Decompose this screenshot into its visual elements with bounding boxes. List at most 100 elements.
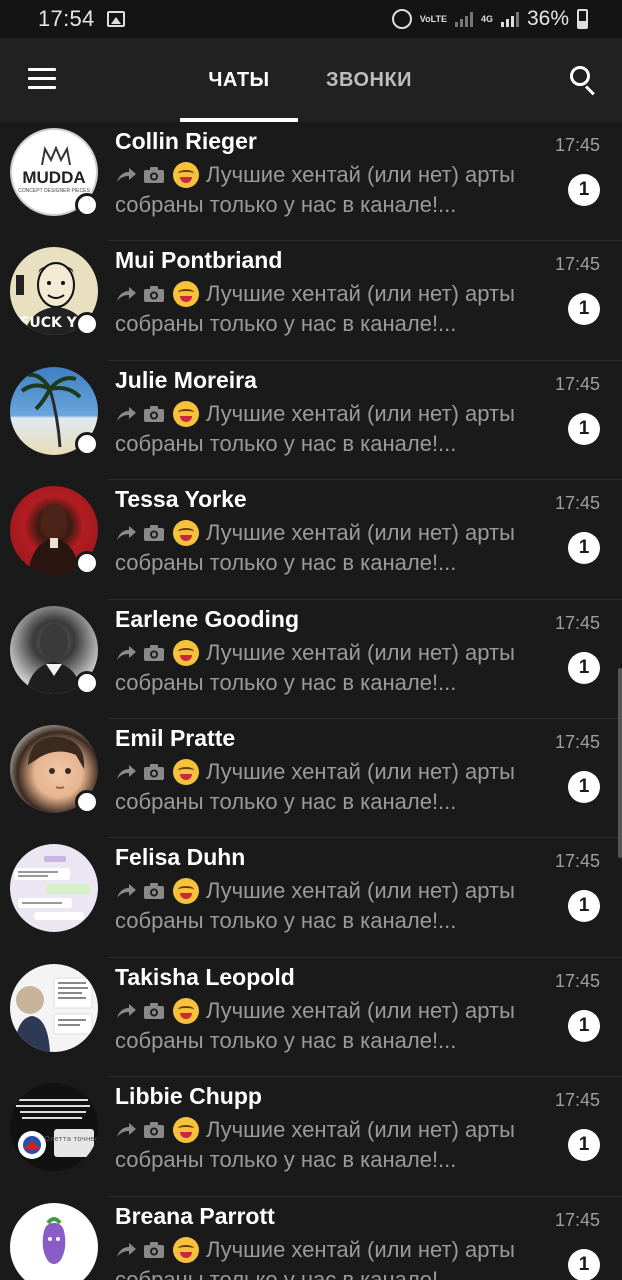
online-indicator bbox=[75, 312, 99, 337]
chat-list-item[interactable]: Julie Moreira 17:45 Лучшие хентай (или н… bbox=[0, 361, 622, 481]
chat-preview: Лучшие хентай (или нет) арты собраны тол… bbox=[115, 638, 535, 698]
preview-line-2: собраны только у нас в канале!... bbox=[115, 908, 457, 934]
chat-list-item[interactable]: FUCK YO Mui Pontbriand 17:45 Лучшие хент… bbox=[0, 241, 622, 361]
chat-list-item[interactable]: Earlene Gooding 17:45 Лучшие хентай (или… bbox=[0, 600, 622, 719]
preview-line-2: собраны только у нас в канале!... bbox=[115, 192, 457, 217]
preview-line-2: собраны только у нас в канале!... bbox=[115, 550, 457, 576]
chat-preview: Лучшие хентай (или нет) арты собраны тол… bbox=[115, 399, 535, 459]
chat-time: 17:45 bbox=[554, 373, 600, 394]
preview-line-2: собраны только у нас в канале!... bbox=[115, 788, 457, 814]
chat-time: 17:45 bbox=[554, 731, 600, 752]
smile-emoji-icon bbox=[173, 520, 199, 547]
smile-emoji-icon bbox=[173, 1236, 199, 1263]
chat-name: Earlene Gooding bbox=[115, 605, 300, 632]
smile-emoji-icon bbox=[173, 758, 199, 785]
status-indicators: VoLTE 4G 36% bbox=[391, 7, 588, 31]
chat-time: 17:45 bbox=[554, 851, 600, 872]
chat-preview: Лучшие хентай (или нет) арты собраны тол… bbox=[115, 876, 535, 936]
preview-line-1: Лучшие хентай (или нет) арты bbox=[206, 162, 515, 187]
chat-list-item[interactable]: Takisha Leopold 17:45 Лучшие хентай (или… bbox=[0, 958, 622, 1078]
chat-preview: Лучшие хентай (или нет) арты собраны тол… bbox=[115, 757, 535, 817]
online-indicator bbox=[75, 193, 99, 217]
alarm-icon bbox=[391, 9, 412, 29]
forward-icon bbox=[117, 1123, 136, 1138]
chat-list-item[interactable]: Emil Pratte 17:45 Лучшие хентай (или нет… bbox=[0, 719, 622, 839]
unread-badge: 1 bbox=[568, 532, 600, 565]
unread-badge: 1 bbox=[568, 770, 600, 803]
chat-name: Takisha Leopold bbox=[115, 963, 295, 990]
chat-list-item[interactable]: Юлетта точнее... Libbie Chupp 17:45 Лучш… bbox=[0, 1077, 622, 1197]
forward-icon bbox=[117, 884, 136, 899]
forward-icon bbox=[117, 645, 136, 660]
preview-line-2: собраны только у нас в канале!... bbox=[115, 311, 457, 337]
tab-chats[interactable]: ЧАТЫ bbox=[180, 38, 298, 122]
chat-time: 17:45 bbox=[554, 254, 600, 275]
chat-list-item[interactable]: Breana Parrott 17:45 Лучшие хентай (или … bbox=[0, 1197, 622, 1280]
camera-icon bbox=[144, 883, 164, 900]
unread-badge: 1 bbox=[568, 1009, 600, 1042]
status-bar: 17:54 VoLTE 4G 36% bbox=[0, 0, 622, 38]
status-time: 17:54 bbox=[38, 6, 95, 31]
forward-icon bbox=[117, 764, 136, 779]
avatar bbox=[10, 963, 98, 1052]
unread-badge: 1 bbox=[568, 293, 600, 326]
smile-emoji-icon bbox=[173, 1117, 199, 1144]
signal-icon bbox=[500, 11, 519, 27]
camera-icon bbox=[144, 405, 164, 422]
online-indicator bbox=[75, 789, 99, 814]
preview-line-1: Лучшие хентай (или нет) арты bbox=[206, 400, 515, 426]
chat-time: 17:45 bbox=[554, 612, 600, 633]
camera-icon bbox=[144, 763, 164, 780]
camera-icon bbox=[144, 1241, 164, 1258]
chat-time: 17:45 bbox=[554, 135, 600, 155]
image-notification-icon bbox=[106, 11, 125, 27]
tab-calls[interactable]: ЗВОНКИ bbox=[310, 38, 428, 122]
smile-emoji-icon bbox=[173, 400, 199, 427]
menu-icon[interactable] bbox=[28, 68, 56, 90]
chat-time: 17:45 bbox=[554, 1090, 600, 1111]
chat-list-item[interactable]: Felisa Duhn 17:45 Лучшие хентай (или нет… bbox=[0, 838, 622, 958]
chat-name: Libbie Chupp bbox=[115, 1083, 262, 1110]
4g-label: 4G bbox=[480, 13, 493, 24]
camera-icon bbox=[144, 644, 164, 661]
preview-line-2: собраны только у нас в канале!... bbox=[115, 430, 457, 456]
smile-emoji-icon bbox=[173, 878, 199, 905]
forward-icon bbox=[117, 287, 136, 302]
search-icon[interactable] bbox=[570, 66, 600, 96]
scrollbar[interactable] bbox=[618, 668, 622, 858]
unread-badge: 1 bbox=[568, 1248, 600, 1280]
chat-list-item[interactable]: MUDDA CONCEPT DESIGNER PIECES Collin Rie… bbox=[0, 122, 622, 242]
camera-icon bbox=[144, 525, 164, 542]
camera-icon bbox=[144, 167, 164, 183]
chat-time: 17:45 bbox=[554, 493, 600, 514]
chat-name: Mui Pontbriand bbox=[115, 247, 283, 274]
app-bar: ЧАТЫ ЗВОНКИ bbox=[0, 38, 622, 122]
chat-list[interactable]: MUDDA CONCEPT DESIGNER PIECES Collin Rie… bbox=[0, 122, 622, 1280]
unread-badge: 1 bbox=[568, 651, 600, 684]
chat-name: Felisa Duhn bbox=[115, 844, 246, 871]
forward-icon bbox=[117, 526, 136, 541]
chat-name: Tessa Yorke bbox=[115, 486, 247, 513]
preview-line-2: собраны только у нас в канале!... bbox=[115, 1027, 457, 1053]
unread-badge: 1 bbox=[568, 1129, 600, 1162]
battery-percent: 36% bbox=[526, 7, 569, 30]
avatar bbox=[10, 1202, 98, 1280]
preview-line-2: собраны только у нас в канале!... bbox=[115, 1266, 457, 1280]
chat-preview: Лучшие хентай (или нет) арты собраны тол… bbox=[115, 160, 535, 220]
chat-name: Emil Pratte bbox=[115, 724, 236, 751]
chat-list-item[interactable]: Tessa Yorke 17:45 Лучшие хентай (или нет… bbox=[0, 480, 622, 600]
preview-line-1: Лучшие хентай (или нет) арты bbox=[206, 1236, 515, 1262]
forward-icon bbox=[117, 1003, 136, 1018]
unread-badge: 1 bbox=[568, 174, 600, 206]
online-indicator bbox=[75, 431, 99, 456]
chat-time: 17:45 bbox=[554, 1209, 600, 1230]
online-indicator bbox=[75, 551, 99, 576]
smile-emoji-icon bbox=[173, 997, 199, 1024]
chat-preview: Лучшие хентай (или нет) арты собраны тол… bbox=[115, 996, 535, 1056]
chat-name: Collin Rieger bbox=[115, 128, 257, 154]
preview-line-1: Лучшие хентай (или нет) арты bbox=[206, 639, 515, 665]
smile-emoji-icon bbox=[173, 281, 199, 308]
camera-icon bbox=[144, 1122, 164, 1139]
preview-line-1: Лучшие хентай (или нет) арты bbox=[206, 758, 515, 784]
unread-badge: 1 bbox=[568, 412, 600, 445]
